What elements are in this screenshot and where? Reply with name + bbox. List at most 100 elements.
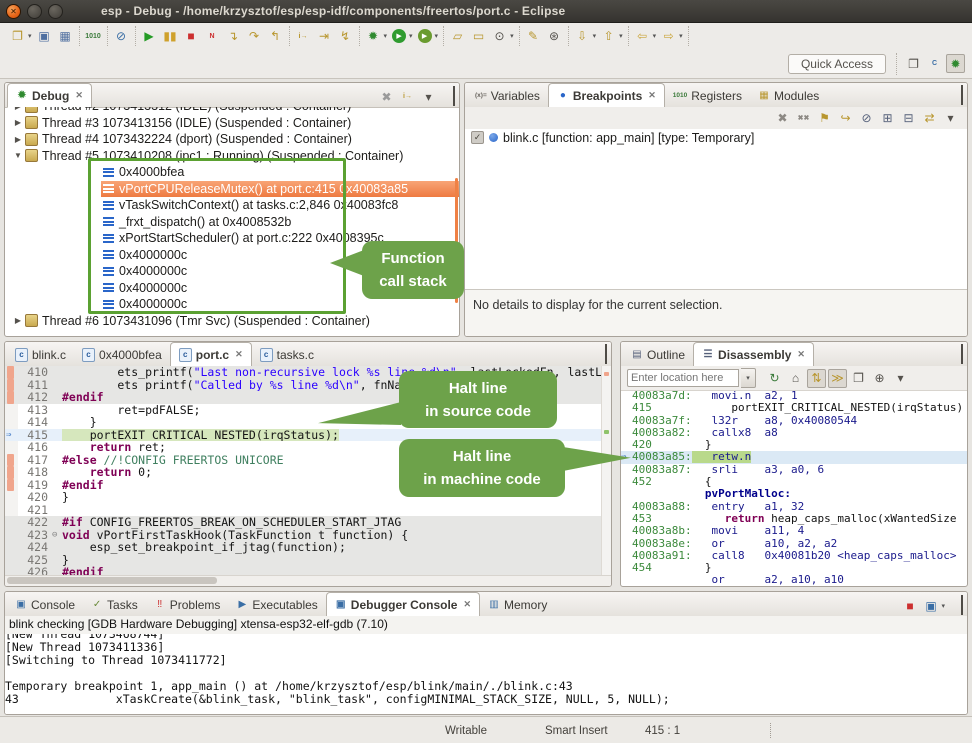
- tree-twisty-icon[interactable]: ▶: [13, 135, 23, 144]
- tab-tasks[interactable]: ✓Tasks: [83, 593, 146, 616]
- open-console-search-icon[interactable]: ⊛: [545, 27, 564, 46]
- tab-problems[interactable]: ‼Problems: [146, 593, 229, 616]
- link-with-debug-view-icon[interactable]: ⇄: [920, 109, 939, 128]
- window-maximize-button[interactable]: [48, 4, 63, 19]
- window-minimize-button[interactable]: [27, 4, 42, 19]
- new-cpp-project-icon[interactable]: ▱: [448, 27, 467, 46]
- disasm-line[interactable]: 420 }: [621, 439, 967, 451]
- open-perspective-icon[interactable]: ❐: [904, 54, 923, 73]
- stack-frame-row[interactable]: 0x4000000c: [5, 263, 459, 280]
- editor-annotation-ruler[interactable]: [5, 554, 18, 567]
- back-icon[interactable]: ⇦: [633, 27, 652, 46]
- editor-maximize-button[interactable]: [605, 346, 607, 364]
- thread-row[interactable]: ▶Thread #4 1073432224 (dport) (Suspended…: [5, 131, 459, 148]
- editor-annotation-ruler[interactable]: [5, 516, 18, 529]
- stack-frame-row[interactable]: 0x4000bfea: [5, 164, 459, 181]
- tab-close-icon[interactable]: ✕: [235, 349, 243, 360]
- display-selected-console-dropdown[interactable]: ▾: [941, 602, 945, 610]
- tab-port-c[interactable]: cport.c✕: [170, 342, 252, 367]
- breakpoint-row[interactable]: ✓ blink.c [function: app_main] [type: Te…: [465, 129, 967, 146]
- tab-variables[interactable]: (x)=Variables: [467, 84, 548, 107]
- open-resource-icon[interactable]: ▭: [469, 27, 488, 46]
- stack-frame-row[interactable]: 0x4000000c: [5, 280, 459, 297]
- tab-tasks-c[interactable]: ctasks.c: [252, 343, 322, 366]
- editor-annotation-ruler[interactable]: [5, 391, 18, 404]
- stack-frame-row[interactable]: 0x4000000c: [5, 296, 459, 313]
- code-line[interactable]: 422#if CONFIG_FREERTOS_BREAK_ON_SCHEDULE…: [5, 516, 611, 529]
- use-step-filters-icon[interactable]: ↯: [336, 27, 355, 46]
- location-dropdown[interactable]: ▾: [741, 368, 756, 388]
- pin-view-icon[interactable]: ⊕: [870, 369, 889, 388]
- code-line[interactable]: 421: [5, 504, 611, 517]
- editor-annotation-ruler[interactable]: [5, 441, 18, 454]
- editor-horizontal-scrollbar[interactable]: [5, 575, 611, 586]
- editor-annotation-ruler[interactable]: [5, 466, 18, 479]
- cpp-perspective-icon[interactable]: C: [925, 54, 944, 73]
- fold-marker[interactable]: ⊖: [52, 529, 62, 542]
- tree-twisty-icon[interactable]: ▶: [13, 107, 23, 111]
- disasm-line[interactable]: 452 {: [621, 476, 967, 488]
- restart-icon[interactable]: N: [203, 27, 222, 46]
- tab-registers[interactable]: 1010Registers: [665, 84, 750, 107]
- editor-annotation-ruler[interactable]: [5, 566, 18, 575]
- step-over-icon[interactable]: ↷: [245, 27, 264, 46]
- console-output[interactable]: [New Thread 1073468744][New Thread 10734…: [5, 634, 967, 714]
- disasm-line[interactable]: 40083a7d: movi.n a2, 1: [621, 390, 967, 402]
- code-line[interactable]: 424 esp_set_breakpoint_if_jtag(function)…: [5, 541, 611, 554]
- disasm-line[interactable]: 40083a87: srli a3, a0, 6: [621, 464, 967, 476]
- source-editor[interactable]: 410 ets_printf("Last non-recursive lock …: [5, 366, 611, 575]
- display-selected-console-icon[interactable]: ▣: [921, 596, 940, 615]
- search-dropdown[interactable]: ▾: [510, 32, 514, 40]
- disasm-line[interactable]: 40083a8e: or a10, a2, a2: [621, 538, 967, 550]
- tab-blink-c[interactable]: cblink.c: [7, 343, 74, 366]
- code-line[interactable]: 412#endif: [5, 391, 611, 404]
- editor-annotation-ruler[interactable]: [5, 479, 18, 492]
- debug-icon[interactable]: ✹: [364, 27, 383, 46]
- save-icon[interactable]: ▣: [35, 27, 54, 46]
- tab-executables[interactable]: ▶Executables: [228, 593, 325, 616]
- editor-overview-ruler[interactable]: [601, 366, 611, 575]
- remove-selected-breakpoints-icon[interactable]: ✖: [773, 109, 792, 128]
- show-source-icon[interactable]: ⇅: [807, 369, 826, 388]
- terminate-console-icon[interactable]: ■: [900, 596, 919, 615]
- new-wizard-icon[interactable]: ❐: [8, 27, 27, 46]
- refresh-view-icon[interactable]: ↻: [765, 369, 784, 388]
- skip-all-breakpoints-view-icon[interactable]: ⊘: [857, 109, 876, 128]
- tab-0x4000bfea[interactable]: c0x4000bfea: [74, 343, 170, 366]
- disasm-line[interactable]: 415 portEXIT_CRITICAL_NESTED(irqStatus): [621, 402, 967, 414]
- back-dropdown[interactable]: ▾: [653, 32, 657, 40]
- editor-annotation-ruler[interactable]: [5, 529, 18, 542]
- instruction-stepping-icon[interactable]: i→: [294, 27, 313, 46]
- terminate-icon[interactable]: ■: [182, 27, 201, 46]
- tab-breakpoints[interactable]: ●Breakpoints✕: [548, 83, 665, 108]
- disasm-line[interactable]: ⇒40083a85: retw.n: [621, 451, 967, 463]
- track-pc-icon[interactable]: ≫: [828, 369, 847, 388]
- code-line[interactable]: 411 ets_printf("Called by %s line %d\n",…: [5, 379, 611, 392]
- code-line[interactable]: 423⊖void vPortFirstTaskHook(TaskFunction…: [5, 529, 611, 542]
- remove-all-breakpoints-icon[interactable]: ✖✖: [794, 109, 813, 128]
- editor-annotation-ruler[interactable]: ⇒: [5, 429, 18, 442]
- code-line[interactable]: 420}: [5, 491, 611, 504]
- breakpoint-checkbox[interactable]: ✓: [471, 131, 484, 144]
- stack-frame-row[interactable]: _frxt_dispatch() at 0x4008532b: [5, 214, 459, 231]
- disasm-line[interactable]: 454 }: [621, 562, 967, 574]
- annotation-nav-icon[interactable]: ⇧: [599, 27, 618, 46]
- code-line[interactable]: 416 return ret;: [5, 441, 611, 454]
- resume-icon[interactable]: ▶: [140, 27, 159, 46]
- external-tools-dropdown[interactable]: ▾: [435, 32, 439, 40]
- tree-twisty-icon[interactable]: ▶: [13, 316, 23, 325]
- code-line[interactable]: 426#endif: [5, 566, 611, 575]
- step-return-icon[interactable]: ↰: [266, 27, 285, 46]
- location-input[interactable]: [627, 369, 739, 387]
- code-line[interactable]: 425}: [5, 554, 611, 567]
- tree-twisty-icon[interactable]: ▼: [13, 151, 23, 160]
- thread-row[interactable]: ▶Thread #2 1073413312 (IDLE) (Suspended …: [5, 107, 459, 115]
- view-menu-icon[interactable]: ▾: [419, 87, 438, 106]
- home-pc-icon[interactable]: ⌂: [786, 369, 805, 388]
- disassembly-maximize-button[interactable]: [961, 346, 963, 364]
- code-line[interactable]: 419#endif: [5, 479, 611, 492]
- tab-close-icon[interactable]: ✕: [463, 599, 471, 610]
- show-breakpoints-supported-icon[interactable]: ⚑: [815, 109, 834, 128]
- code-line[interactable]: 413 ret=pdFALSE;: [5, 404, 611, 417]
- search-icon[interactable]: ⊙: [490, 27, 509, 46]
